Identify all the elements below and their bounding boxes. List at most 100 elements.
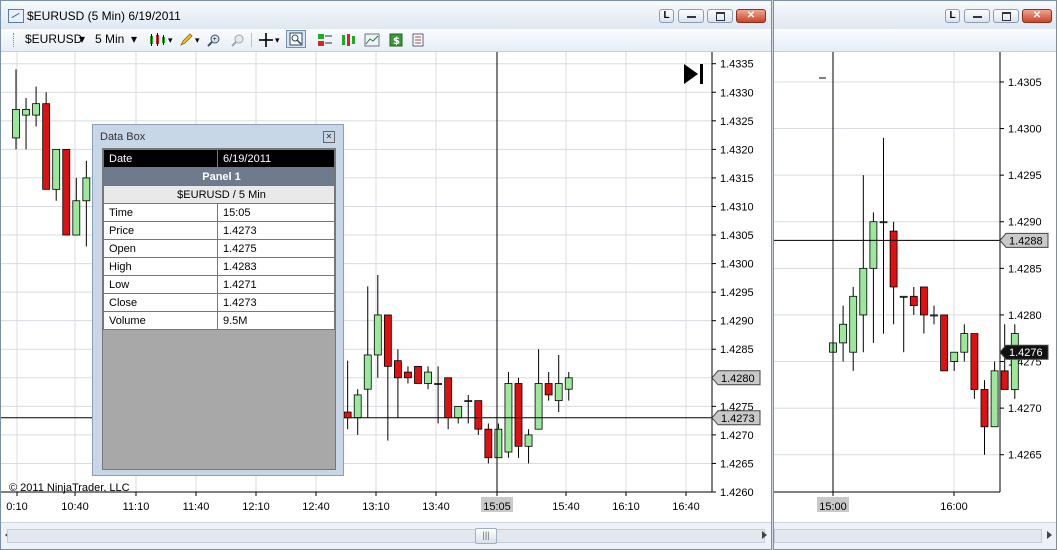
- zoom-in-icon[interactable]: +: [207, 33, 221, 47]
- toolbar-separator: [251, 33, 252, 47]
- crosshair-icon[interactable]: [259, 33, 273, 47]
- maximize-button[interactable]: [993, 9, 1019, 23]
- y-tick-label: 1.4260: [720, 487, 754, 499]
- x-tick-label: 12:10: [242, 501, 270, 513]
- data-box-content: Date 6/19/2011 Panel 1 $EURUSD / 5 Min T…: [102, 148, 336, 470]
- minimize-button[interactable]: [964, 9, 990, 23]
- price-chart-secondary[interactable]: 1.4305 1.4300 1.4295 1.4290 1.4285 1.4280 1.42…: [774, 52, 1056, 522]
- x-tick-label: 13:40: [422, 501, 450, 513]
- scroll-track[interactable]: [7, 529, 765, 543]
- y-tick-label: 1.4280: [1008, 310, 1042, 322]
- y-tick-label: 1.4310: [720, 201, 754, 213]
- candle-body: [930, 314, 938, 317]
- go-to-end-bar-icon: [700, 64, 703, 84]
- crosshair-dropdown-icon[interactable]: ▾: [275, 35, 280, 46]
- x-tick-label: 16:40: [672, 501, 700, 513]
- candle-body: [514, 383, 523, 447]
- y-tick-label: 1.4305: [720, 230, 754, 242]
- horizontal-scrollbar[interactable]: |||: [1, 522, 771, 549]
- scroll-right-icon[interactable]: [1047, 531, 1052, 539]
- strategies-icon[interactable]: [341, 33, 357, 47]
- candle-body: [434, 383, 443, 385]
- data-box-series-row: $EURUSD / 5 Min: [103, 185, 335, 204]
- maximize-button[interactable]: [707, 9, 733, 23]
- scroll-track[interactable]: [774, 529, 1042, 543]
- copyright-text: © 2011 NinjaTrader, LLC: [9, 482, 130, 494]
- candlestick-style-icon[interactable]: [148, 33, 168, 47]
- data-box-button[interactable]: [286, 30, 306, 48]
- row-value: 9.5M: [217, 311, 335, 330]
- panel-label: Panel 1: [103, 167, 335, 186]
- data-box-table: Date 6/19/2011 Panel 1 $EURUSD / 5 Min T…: [103, 149, 335, 330]
- candle-body: [82, 177, 91, 202]
- chart-style-dropdown-icon[interactable]: ▾: [168, 35, 173, 46]
- candle-body: [393, 360, 402, 379]
- crosshair-price-label: 1.4273: [721, 413, 755, 425]
- row-value: 15:05: [217, 203, 335, 222]
- indicators-icon[interactable]: [317, 33, 333, 47]
- candle-body: [889, 230, 898, 288]
- candle-body: [454, 405, 463, 419]
- candle-body: [484, 428, 493, 459]
- y-tick-label: 1.4320: [720, 144, 754, 156]
- row-label: Price: [103, 221, 218, 240]
- data-box-close-button[interactable]: ✕: [323, 131, 335, 143]
- x-tick-label: 15:40: [552, 501, 580, 513]
- instrument-dropdown-icon[interactable]: ▾: [79, 32, 85, 46]
- row-value: 1.4273: [217, 293, 335, 312]
- candle-body: [534, 383, 543, 430]
- table-row: Price 1.4273: [103, 221, 335, 240]
- horizontal-scrollbar-secondary[interactable]: [774, 522, 1056, 549]
- candle-body: [859, 267, 868, 316]
- title-bar[interactable]: $EURUSD (5 Min) 6/19/2011 L ✕: [1, 1, 771, 30]
- lock-button[interactable]: L: [945, 9, 960, 23]
- chart-window-main: $EURUSD (5 Min) 6/19/2011 L ✕ $EURUSD ▾ …: [0, 0, 772, 550]
- crosshair-price-label: 1.4288: [1009, 235, 1043, 247]
- title-bar-secondary[interactable]: L ✕: [774, 1, 1056, 30]
- candle-body: [990, 370, 999, 428]
- candle-body: [879, 221, 888, 224]
- row-label: High: [103, 257, 218, 276]
- candle-body: [343, 411, 352, 419]
- row-value: 1.4275: [217, 239, 335, 258]
- y-tick-label: 1.4305: [1008, 77, 1042, 89]
- candle-body: [373, 314, 382, 356]
- data-box-icon: [289, 32, 303, 46]
- table-row: High 1.4283: [103, 257, 335, 276]
- lock-button[interactable]: L: [659, 9, 674, 23]
- zoom-out-icon[interactable]: [231, 33, 245, 47]
- minimize-button[interactable]: [678, 9, 704, 23]
- window-title: $EURUSD (5 Min) 6/19/2011: [27, 9, 181, 23]
- chart-toolbar-secondary: [774, 29, 1056, 52]
- y-tick-label: 1.4290: [720, 316, 754, 328]
- table-row: Low 1.4271: [103, 275, 335, 294]
- candle-body: [424, 371, 432, 384]
- candle-body: [464, 400, 473, 403]
- interval-selector[interactable]: 5 Min: [95, 32, 124, 46]
- chart-properties-icon[interactable]: [364, 33, 380, 47]
- dollar-icon[interactable]: $: [389, 33, 403, 47]
- close-button[interactable]: ✕: [1022, 9, 1052, 23]
- table-row: Volume 9.5M: [103, 311, 335, 330]
- properties-icon[interactable]: [411, 33, 425, 47]
- scroll-right-icon[interactable]: [762, 531, 767, 539]
- instrument-selector[interactable]: $EURUSD: [25, 32, 82, 46]
- y-tick-label: 1.4290: [1008, 217, 1042, 229]
- y-tick-label: 1.4270: [1008, 403, 1042, 415]
- last-price-label: 1.4276: [1009, 347, 1043, 359]
- table-row: Close 1.4273: [103, 293, 335, 312]
- candle-body: [363, 354, 372, 390]
- candle-body: [42, 103, 51, 190]
- pencil-icon[interactable]: [179, 33, 193, 47]
- x-tick-label: 11:40: [183, 501, 210, 513]
- drawing-dropdown-icon[interactable]: ▾: [195, 35, 200, 46]
- y-tick-label: 1.4300: [720, 259, 754, 271]
- scroll-thumb[interactable]: |||: [475, 528, 497, 544]
- candle-body: [1000, 370, 1009, 390]
- close-button[interactable]: ✕: [736, 9, 766, 23]
- x-tick-label: 16:00: [940, 501, 968, 513]
- interval-dropdown-icon[interactable]: ▾: [131, 32, 137, 46]
- data-box-panel[interactable]: Data Box ✕ Date 6/19/2011 Panel 1 $EURUS…: [92, 124, 344, 476]
- candle-body: [414, 365, 422, 384]
- x-tick-label: 10:40: [61, 501, 89, 513]
